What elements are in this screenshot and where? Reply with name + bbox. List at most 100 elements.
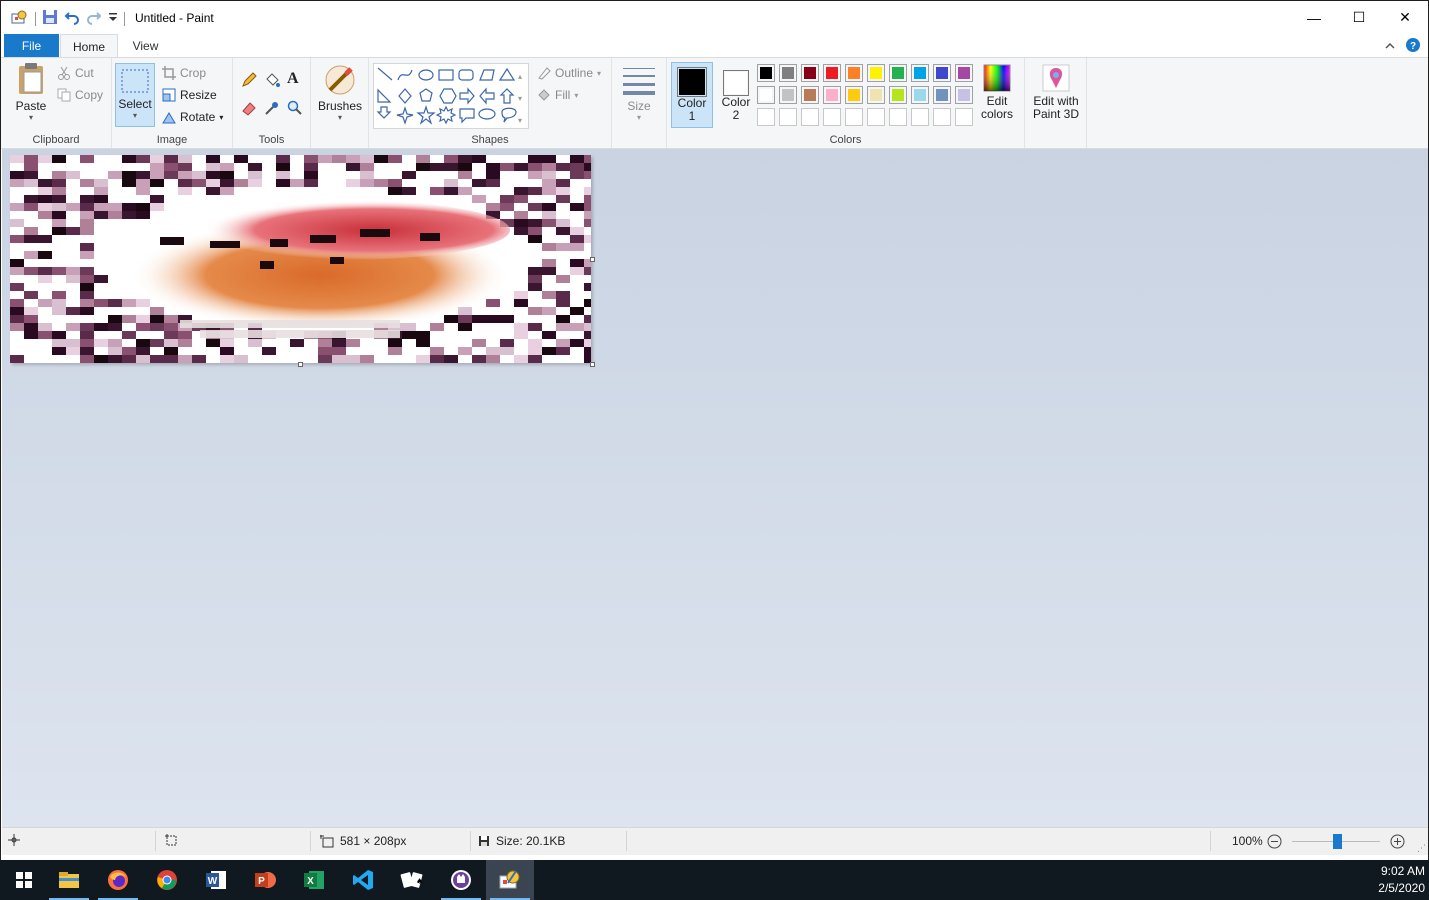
noise-pixel xyxy=(108,339,122,347)
color1-button[interactable]: Color 1 xyxy=(671,62,713,128)
save-icon[interactable] xyxy=(42,9,58,28)
color-picker-icon[interactable] xyxy=(264,100,280,119)
zoom-slider-track[interactable] xyxy=(1292,834,1380,849)
magnifier-icon[interactable] xyxy=(287,100,303,119)
palette-swatch[interactable] xyxy=(933,64,951,82)
fill-button[interactable]: Fill ▾ xyxy=(537,86,578,104)
zoom-slider-thumb[interactable] xyxy=(1333,834,1342,849)
taskbar-file-explorer[interactable] xyxy=(45,860,93,900)
maximize-button[interactable]: ☐ xyxy=(1336,1,1382,34)
palette-swatch[interactable] xyxy=(889,64,907,82)
palette-swatch[interactable] xyxy=(823,64,841,82)
eraser-icon[interactable] xyxy=(241,100,257,119)
rotate-button[interactable]: Rotate ▾ xyxy=(162,108,223,126)
system-clock[interactable]: 9:02 AM 2/5/2020 xyxy=(1378,863,1425,897)
palette-swatch[interactable] xyxy=(801,64,819,82)
palette-swatch[interactable] xyxy=(845,64,863,82)
palette-swatch[interactable] xyxy=(779,64,797,82)
tab-view[interactable]: View xyxy=(123,34,168,58)
zoom-in-button[interactable] xyxy=(1390,834,1405,852)
cut-button[interactable]: Cut xyxy=(57,64,94,82)
noise-pixel xyxy=(570,259,584,267)
palette-swatch[interactable] xyxy=(779,86,797,104)
palette-swatch[interactable] xyxy=(867,108,885,126)
palette-swatch[interactable] xyxy=(845,108,863,126)
brushes-button[interactable]: Brushes ▾ xyxy=(317,64,363,122)
palette-swatch[interactable] xyxy=(867,64,885,82)
shapes-scroll[interactable]: ▴ ▾ ▾ xyxy=(518,66,522,132)
taskbar-paint[interactable] xyxy=(486,860,534,900)
taskbar-excel[interactable]: X xyxy=(290,860,338,900)
palette-swatch[interactable] xyxy=(955,108,973,126)
select-button[interactable]: Select ▾ xyxy=(115,63,155,127)
taskbar-powerpoint[interactable]: P xyxy=(241,860,289,900)
palette-swatch[interactable] xyxy=(889,86,907,104)
noise-pixel xyxy=(38,195,52,203)
toolbar-divider xyxy=(124,11,125,26)
resize-button[interactable]: Resize xyxy=(162,86,217,104)
palette-swatch[interactable] xyxy=(757,64,775,82)
fill-bucket-icon[interactable] xyxy=(264,72,280,91)
palette-swatch[interactable] xyxy=(801,86,819,104)
taskbar-word[interactable]: W xyxy=(192,860,240,900)
help-icon[interactable]: ? xyxy=(1406,38,1420,55)
palette-swatch[interactable] xyxy=(911,64,929,82)
resize-icon xyxy=(162,88,176,102)
palette-swatch[interactable] xyxy=(867,86,885,104)
noise-pixel xyxy=(444,355,458,363)
resize-handle-corner[interactable] xyxy=(590,362,595,367)
noise-pixel xyxy=(360,355,374,363)
palette-swatch[interactable] xyxy=(801,108,819,126)
edit-colors-button[interactable]: Edit colors xyxy=(977,64,1017,121)
window-title: Untitled - Paint xyxy=(135,11,214,25)
canvas-workspace[interactable] xyxy=(2,149,1428,827)
taskbar-vscode[interactable] xyxy=(339,860,387,900)
palette-swatch[interactable] xyxy=(823,108,841,126)
taskbar-firefox[interactable] xyxy=(94,860,142,900)
palette-swatch[interactable] xyxy=(955,86,973,104)
noise-pixel xyxy=(220,171,234,179)
palette-swatch[interactable] xyxy=(955,64,973,82)
edit-with-paint3d-button[interactable]: Edit with Paint 3D xyxy=(1027,64,1085,121)
palette-swatch[interactable] xyxy=(823,86,841,104)
minimize-button[interactable]: — xyxy=(1291,1,1337,34)
crop-button[interactable]: Crop xyxy=(162,64,206,82)
collapse-ribbon-icon[interactable] xyxy=(1384,40,1396,54)
copy-button[interactable]: Copy xyxy=(57,86,103,104)
palette-swatch[interactable] xyxy=(757,108,775,126)
canvas-image[interactable] xyxy=(10,155,591,363)
palette-swatch[interactable] xyxy=(911,108,929,126)
taskbar-chrome[interactable] xyxy=(143,860,191,900)
tab-file[interactable]: File xyxy=(4,34,59,58)
taskbar-solitaire[interactable]: ♠ xyxy=(388,860,436,900)
start-button[interactable] xyxy=(0,860,48,900)
palette-swatch[interactable] xyxy=(757,86,775,104)
palette-swatch[interactable] xyxy=(911,86,929,104)
paint-app-icon[interactable] xyxy=(11,9,29,28)
palette-swatch-color xyxy=(782,89,794,101)
text-tool-icon[interactable]: A xyxy=(287,70,299,88)
tab-home[interactable]: Home xyxy=(60,34,118,59)
redo-icon[interactable] xyxy=(86,9,102,28)
noise-pixel xyxy=(444,187,458,195)
close-button[interactable]: ✕ xyxy=(1382,1,1428,34)
paste-button[interactable]: Paste ▾ xyxy=(11,62,51,126)
noise-pixel xyxy=(80,251,94,259)
taskbar-app[interactable] xyxy=(437,860,485,900)
color2-button[interactable]: Color 2 xyxy=(715,62,757,128)
zoom-out-button[interactable] xyxy=(1267,834,1282,852)
palette-swatch[interactable] xyxy=(845,86,863,104)
palette-swatch[interactable] xyxy=(779,108,797,126)
palette-swatch[interactable] xyxy=(889,108,907,126)
palette-swatch[interactable] xyxy=(933,86,951,104)
pencil-icon[interactable] xyxy=(241,72,257,91)
outline-button[interactable]: Outline ▾ xyxy=(537,64,601,82)
customize-quick-access-icon[interactable] xyxy=(108,11,118,26)
resize-handle-right[interactable] xyxy=(590,257,595,262)
undo-icon[interactable] xyxy=(64,9,80,28)
window-resize-grip[interactable]: ⋰ xyxy=(1417,843,1426,854)
palette-swatch[interactable] xyxy=(933,108,951,126)
size-button[interactable]: Size ▾ xyxy=(622,66,656,122)
shapes-gallery[interactable] xyxy=(373,63,529,129)
resize-handle-bottom[interactable] xyxy=(298,362,303,367)
